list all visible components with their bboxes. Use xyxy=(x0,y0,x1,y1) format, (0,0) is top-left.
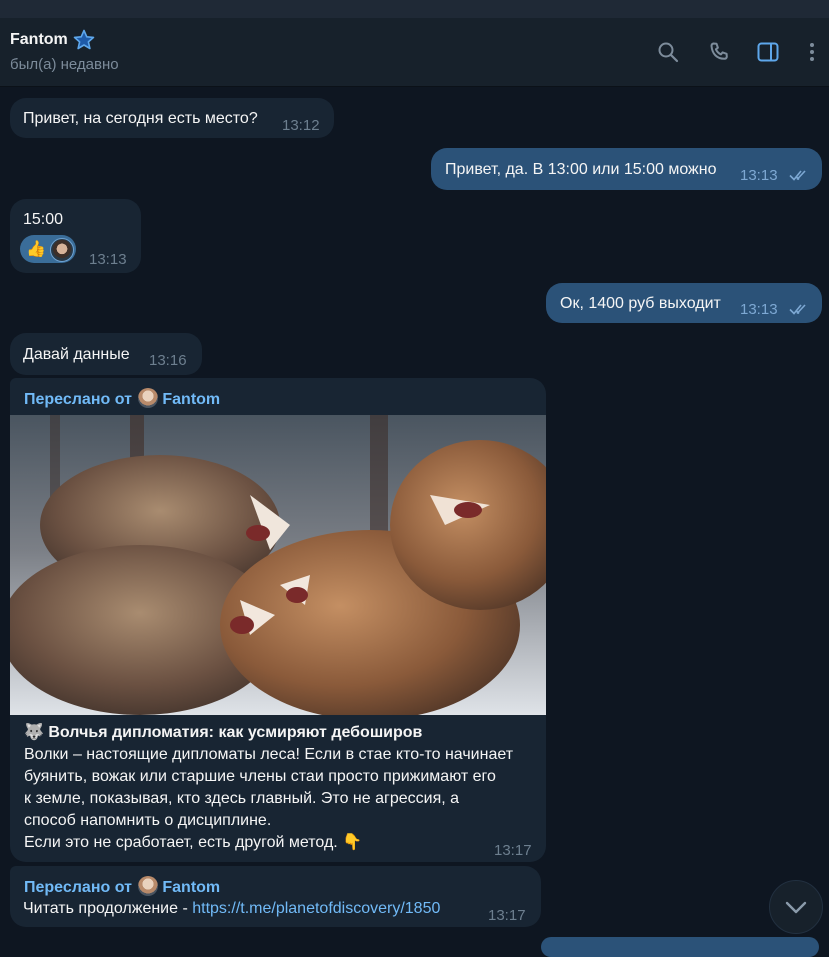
reactor-avatar xyxy=(50,238,74,262)
wolf-emoji-icon: 🐺 xyxy=(24,724,44,741)
post-body-line: к земле, показывая, кто здесь главный. Э… xyxy=(24,790,460,807)
chevron-down-icon xyxy=(785,901,807,914)
forwarded-from-header[interactable]: Переслано от Fantom xyxy=(24,388,220,410)
message-time: 13:17 xyxy=(488,907,526,924)
message-time: 13:17 xyxy=(494,842,532,859)
read-checkmarks-icon xyxy=(789,170,806,181)
post-body-line: способ напомнить о дисциплине. xyxy=(24,812,272,829)
message-text: Привет, на сегодня есть место? xyxy=(23,110,258,127)
message-text: Привет, да. В 13:00 или 15:00 можно xyxy=(445,161,717,178)
message-incoming[interactable]: 15:00 👍 13:13 xyxy=(10,199,141,273)
message-time: 13:16 xyxy=(149,352,187,369)
post-last-line-text: Если это не сработает, есть другой метод… xyxy=(24,834,338,851)
message-text: Ок, 1400 руб выходит xyxy=(560,295,721,312)
message-outgoing-partial[interactable] xyxy=(541,937,819,957)
message-list[interactable]: Привет, на сегодня есть место? 13:12 При… xyxy=(0,87,829,957)
forwarded-avatar xyxy=(138,388,159,408)
contact-status: был(а) недавно xyxy=(10,56,119,73)
forwarded-sender-name: Fantom xyxy=(162,879,221,896)
message-time: 13:12 xyxy=(282,117,320,134)
post-body-line: Волки – настоящие дипломаты леса! Если в… xyxy=(24,746,514,763)
message-time: 13:13 xyxy=(740,301,778,318)
external-link[interactable]: https://t.me/planetofdiscovery/1850 xyxy=(192,900,440,917)
phone-icon[interactable] xyxy=(707,40,731,64)
chat-header[interactable]: Fantom был(а) недавно xyxy=(0,18,829,87)
thumbs-up-icon: 👍 xyxy=(26,241,46,258)
post-body: Волки – настоящие дипломаты леса! Если в… xyxy=(24,744,544,854)
more-vertical-icon[interactable] xyxy=(800,40,824,64)
message-incoming[interactable]: Давай данные 13:16 xyxy=(10,333,202,375)
premium-star-icon xyxy=(73,29,95,50)
forwarded-prefix: Переслано от xyxy=(24,391,132,408)
reaction-chip[interactable]: 👍 xyxy=(20,235,76,263)
message-time: 13:13 xyxy=(740,167,778,184)
post-title: 🐺 Волчья дипломатия: как усмиряют дебоши… xyxy=(24,722,422,743)
message-outgoing[interactable]: Привет, да. В 13:00 или 15:00 можно 13:1… xyxy=(431,148,822,190)
message-text: Давай данные xyxy=(23,346,130,363)
message-outgoing[interactable]: Ок, 1400 руб выходит 13:13 xyxy=(546,283,822,323)
forwarded-avatar xyxy=(138,876,159,896)
contact-name[interactable]: Fantom xyxy=(10,31,68,49)
post-body-line: буянить, вожак или старшие члены стаи пр… xyxy=(24,768,496,785)
forwarded-prefix: Переслано от xyxy=(24,879,132,896)
post-body-line: Если это не сработает, есть другой метод… xyxy=(24,832,544,854)
read-checkmarks-icon xyxy=(789,304,806,315)
wolves-photo[interactable] xyxy=(10,415,546,715)
forwarded-from-header[interactable]: Переслано от Fantom xyxy=(24,876,220,898)
post-title-text: Волчья дипломатия: как усмиряют дебоширо… xyxy=(48,724,423,741)
link-prefix-text: Читать продолжение - xyxy=(23,900,193,917)
scroll-to-bottom-button[interactable] xyxy=(769,880,823,934)
message-incoming[interactable]: Привет, на сегодня есть место? 13:12 xyxy=(10,98,334,138)
window-top-strip xyxy=(0,0,829,18)
forwarded-post-message[interactable]: Переслано от Fantom 🐺 Волчья дипломатия:… xyxy=(10,378,546,862)
search-icon[interactable] xyxy=(656,40,680,64)
forwarded-link-message[interactable]: Переслано от Fantom Читать продолжение -… xyxy=(10,866,541,927)
message-text: 15:00 xyxy=(23,211,64,228)
forwarded-sender-name: Fantom xyxy=(162,391,221,408)
message-time: 13:13 xyxy=(89,251,127,268)
pointing-down-emoji-icon: 👇 xyxy=(342,834,363,851)
message-text: Читать продолжение - https://t.me/planet… xyxy=(23,898,440,919)
sidebar-toggle-icon[interactable] xyxy=(756,40,780,64)
